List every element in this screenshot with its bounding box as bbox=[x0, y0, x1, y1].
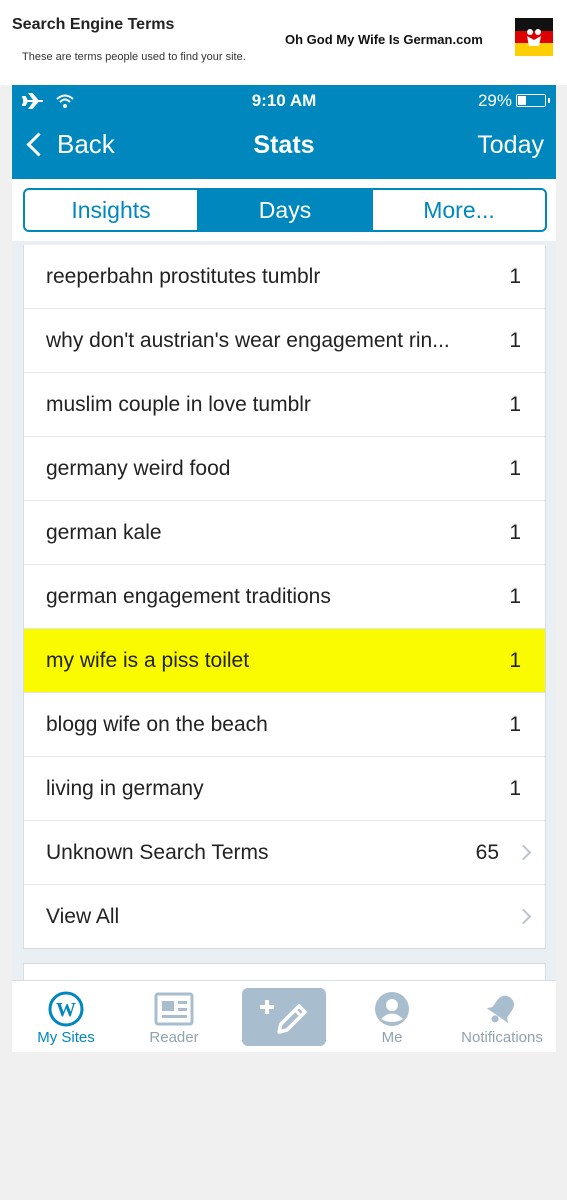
segment-more[interactable]: More... bbox=[373, 190, 545, 230]
search-term-label: blogg wife on the beach bbox=[46, 712, 268, 736]
segment-days[interactable]: Days bbox=[199, 190, 373, 230]
reader-icon bbox=[154, 991, 194, 1027]
battery-percent: 29% bbox=[477, 91, 512, 110]
tab-label-notifications: Notifications bbox=[461, 1029, 543, 1046]
wordpress-icon: W bbox=[48, 991, 84, 1027]
search-term-row[interactable]: Unknown Search Terms 65 bbox=[24, 821, 545, 885]
svg-text:W: W bbox=[56, 999, 76, 1021]
chevron-right-icon bbox=[515, 844, 532, 861]
search-term-row[interactable]: living in germany 1 bbox=[24, 757, 545, 821]
tab-label-me: Me bbox=[381, 1029, 403, 1046]
search-term-row[interactable]: why don't austrian's wear engagement rin… bbox=[24, 309, 545, 373]
search-term-label: muslim couple in love tumblr bbox=[46, 392, 311, 416]
write-post-icon bbox=[260, 1000, 307, 1034]
search-term-label: View All bbox=[46, 904, 120, 928]
tab-me[interactable]: Me bbox=[352, 981, 432, 1052]
app-screen: 9:10 AM 29% Back Stats Today Insights Da… bbox=[12, 85, 556, 1052]
segmented-control: Insights Days More... bbox=[23, 188, 547, 232]
bell-icon bbox=[484, 991, 520, 1027]
search-term-count: 1 bbox=[509, 648, 521, 672]
tab-reader[interactable]: Reader bbox=[132, 981, 216, 1052]
search-term-row[interactable]: reeperbahn prostitutes tumblr 1 bbox=[24, 245, 545, 309]
battery-fill bbox=[518, 96, 527, 105]
segment-bar: Insights Days More... bbox=[12, 179, 556, 241]
tab-notifications[interactable]: Notifications bbox=[456, 981, 548, 1052]
page-header: Search Engine Terms These are terms peop… bbox=[0, 0, 567, 85]
tab-label-reader: Reader bbox=[149, 1029, 199, 1046]
status-time: 9:10 AM bbox=[251, 91, 317, 110]
search-term-count: 1 bbox=[509, 712, 521, 736]
brand-text: Oh God My Wife Is German.com bbox=[285, 32, 483, 47]
search-term-count: 1 bbox=[509, 776, 521, 800]
write-post-button[interactable] bbox=[242, 988, 326, 1046]
search-term-label: living in germany bbox=[46, 776, 204, 800]
search-term-row[interactable]: germany weird food 1 bbox=[24, 437, 545, 501]
search-term-count: 1 bbox=[509, 584, 521, 608]
chevron-right-icon bbox=[515, 908, 532, 925]
search-term-row[interactable]: my wife is a piss toilet 1 bbox=[24, 629, 545, 693]
search-term-label: reeperbahn prostitutes tumblr bbox=[46, 264, 321, 288]
search-term-count: 1 bbox=[509, 456, 521, 480]
search-term-row[interactable]: muslim couple in love tumblr 1 bbox=[24, 373, 545, 437]
search-term-row[interactable]: german engagement traditions 1 bbox=[24, 565, 545, 629]
battery-icon bbox=[516, 94, 550, 107]
search-term-row[interactable]: german kale 1 bbox=[24, 501, 545, 565]
german-flag-logo-icon bbox=[515, 18, 553, 56]
search-term-count: 1 bbox=[509, 264, 521, 288]
search-term-count: 1 bbox=[509, 392, 521, 416]
search-term-label: germany weird food bbox=[46, 456, 231, 480]
battery-tip bbox=[548, 98, 550, 103]
search-term-label: my wife is a piss toilet bbox=[46, 648, 250, 672]
today-button[interactable]: Today bbox=[477, 131, 544, 160]
search-term-label: Unknown Search Terms bbox=[46, 840, 269, 864]
search-term-row[interactable]: View All bbox=[24, 885, 545, 948]
page-subtitle: These are terms people used to find your… bbox=[22, 51, 246, 63]
nav-title: Stats bbox=[253, 131, 315, 159]
page-title: Search Engine Terms bbox=[12, 16, 175, 33]
search-term-count: 65 bbox=[475, 840, 499, 864]
search-term-count: 1 bbox=[509, 328, 521, 352]
search-term-label: german engagement traditions bbox=[46, 584, 331, 608]
search-term-count: 1 bbox=[509, 520, 521, 544]
tab-label-my-sites: My Sites bbox=[37, 1029, 95, 1046]
search-terms-list: reeperbahn prostitutes tumblr 1 why don't … bbox=[23, 245, 546, 949]
avatar-icon bbox=[374, 991, 410, 1027]
search-term-row[interactable]: blogg wife on the beach 1 bbox=[24, 693, 545, 757]
status-bar: 9:10 AM 29% bbox=[12, 85, 556, 115]
tab-my-sites[interactable]: W My Sites bbox=[22, 981, 110, 1052]
search-term-label: why don't austrian's wear engagement rin… bbox=[46, 328, 450, 352]
nav-bar: Back Stats Today bbox=[12, 115, 556, 179]
segment-insights[interactable]: Insights bbox=[25, 190, 199, 230]
tab-bar: W My Sites Reader Me Notifications bbox=[12, 980, 556, 1052]
search-term-label: german kale bbox=[46, 520, 162, 544]
